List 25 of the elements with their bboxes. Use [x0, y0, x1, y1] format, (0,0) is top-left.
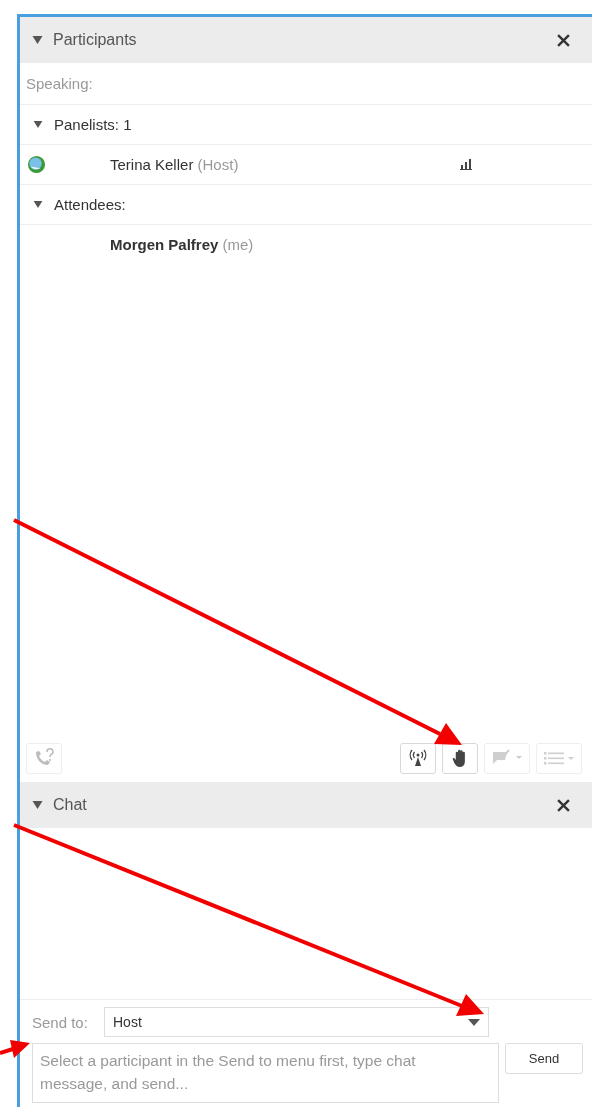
broadcast-button[interactable] [400, 742, 436, 774]
collapse-triangle-icon[interactable] [32, 801, 43, 809]
participant-name[interactable]: Terina Keller (Host) [110, 156, 460, 173]
chat-message-field[interactable]: Select a participant in the Send to menu first, type chat message, and send... [32, 1043, 499, 1103]
group-label[interactable]: Attendees: [54, 196, 126, 213]
send-to-label: Send to: [32, 1013, 89, 1031]
phone-question-icon [33, 748, 55, 768]
group-label[interactable]: Panelists: 1 [54, 116, 132, 133]
status-globe-icon [27, 155, 46, 174]
broadcast-icon [407, 748, 429, 768]
participant-name[interactable]: Morgen Palfrey (me) [110, 236, 460, 253]
panel-title: Chat [53, 796, 87, 814]
dropdown-caret-icon [468, 1018, 480, 1026]
close-icon[interactable] [557, 798, 570, 812]
panel-title: Participants [53, 31, 137, 49]
collapse-triangle-icon[interactable] [33, 121, 43, 128]
close-icon[interactable] [557, 33, 570, 47]
signal-bars-icon [460, 159, 472, 170]
send-button[interactable]: Send [505, 1043, 583, 1074]
collapse-triangle-icon[interactable] [32, 36, 43, 44]
annotation-arrow [0, 1040, 30, 1058]
send-to-dropdown[interactable]: Host [104, 1007, 489, 1037]
speaking-label: Speaking: [26, 75, 93, 92]
raise-hand-button[interactable] [442, 742, 478, 774]
collapse-triangle-icon[interactable] [33, 201, 43, 208]
